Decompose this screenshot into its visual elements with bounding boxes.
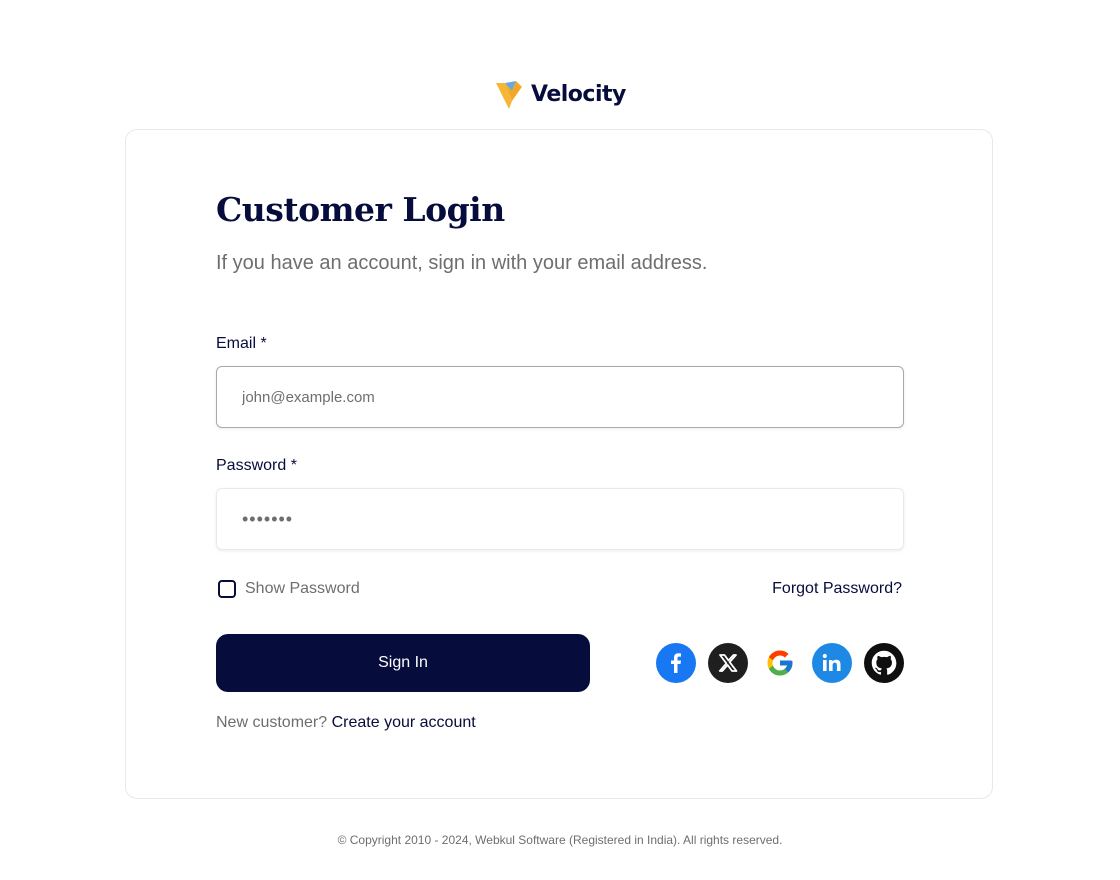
show-password-label: Show Password (245, 580, 360, 597)
email-label: Email * (216, 335, 267, 352)
forgot-password-link[interactable]: Forgot Password? (772, 580, 902, 598)
password-field[interactable] (216, 488, 904, 550)
login-card: Customer Login If you have an account, s… (125, 129, 993, 799)
linkedin-icon (822, 653, 841, 671)
email-field[interactable] (216, 366, 904, 428)
social-login-group (656, 643, 904, 683)
x-twitter-icon (718, 654, 738, 672)
show-password-checkbox[interactable] (218, 580, 236, 598)
github-icon (871, 650, 897, 675)
velocity-logo[interactable]: Velocity (496, 78, 626, 110)
google-login-button[interactable] (760, 643, 800, 683)
show-password-toggle[interactable]: Show Password (218, 580, 360, 598)
velocity-logo-icon (496, 81, 526, 109)
x-login-button[interactable] (708, 643, 748, 683)
linkedin-login-button[interactable] (812, 643, 852, 683)
password-label: Password * (216, 457, 297, 474)
facebook-login-button[interactable] (656, 643, 696, 683)
login-page: Velocity Customer Login If you have an a… (0, 0, 1120, 880)
facebook-icon (671, 653, 681, 673)
page-subtitle: If you have an account, sign in with you… (216, 252, 708, 274)
new-customer-prompt: New customer? Create your account (216, 714, 476, 732)
sign-in-button[interactable]: Sign In (216, 634, 590, 692)
footer-copyright: © Copyright 2010 - 2024, Webkul Software… (337, 833, 783, 847)
new-customer-text: New customer? (216, 714, 328, 731)
page-title: Customer Login (216, 190, 505, 229)
logo-text: Velocity (531, 81, 626, 107)
github-login-button[interactable] (864, 643, 904, 683)
create-account-link[interactable]: Create your account (332, 714, 476, 731)
google-icon (767, 650, 793, 676)
